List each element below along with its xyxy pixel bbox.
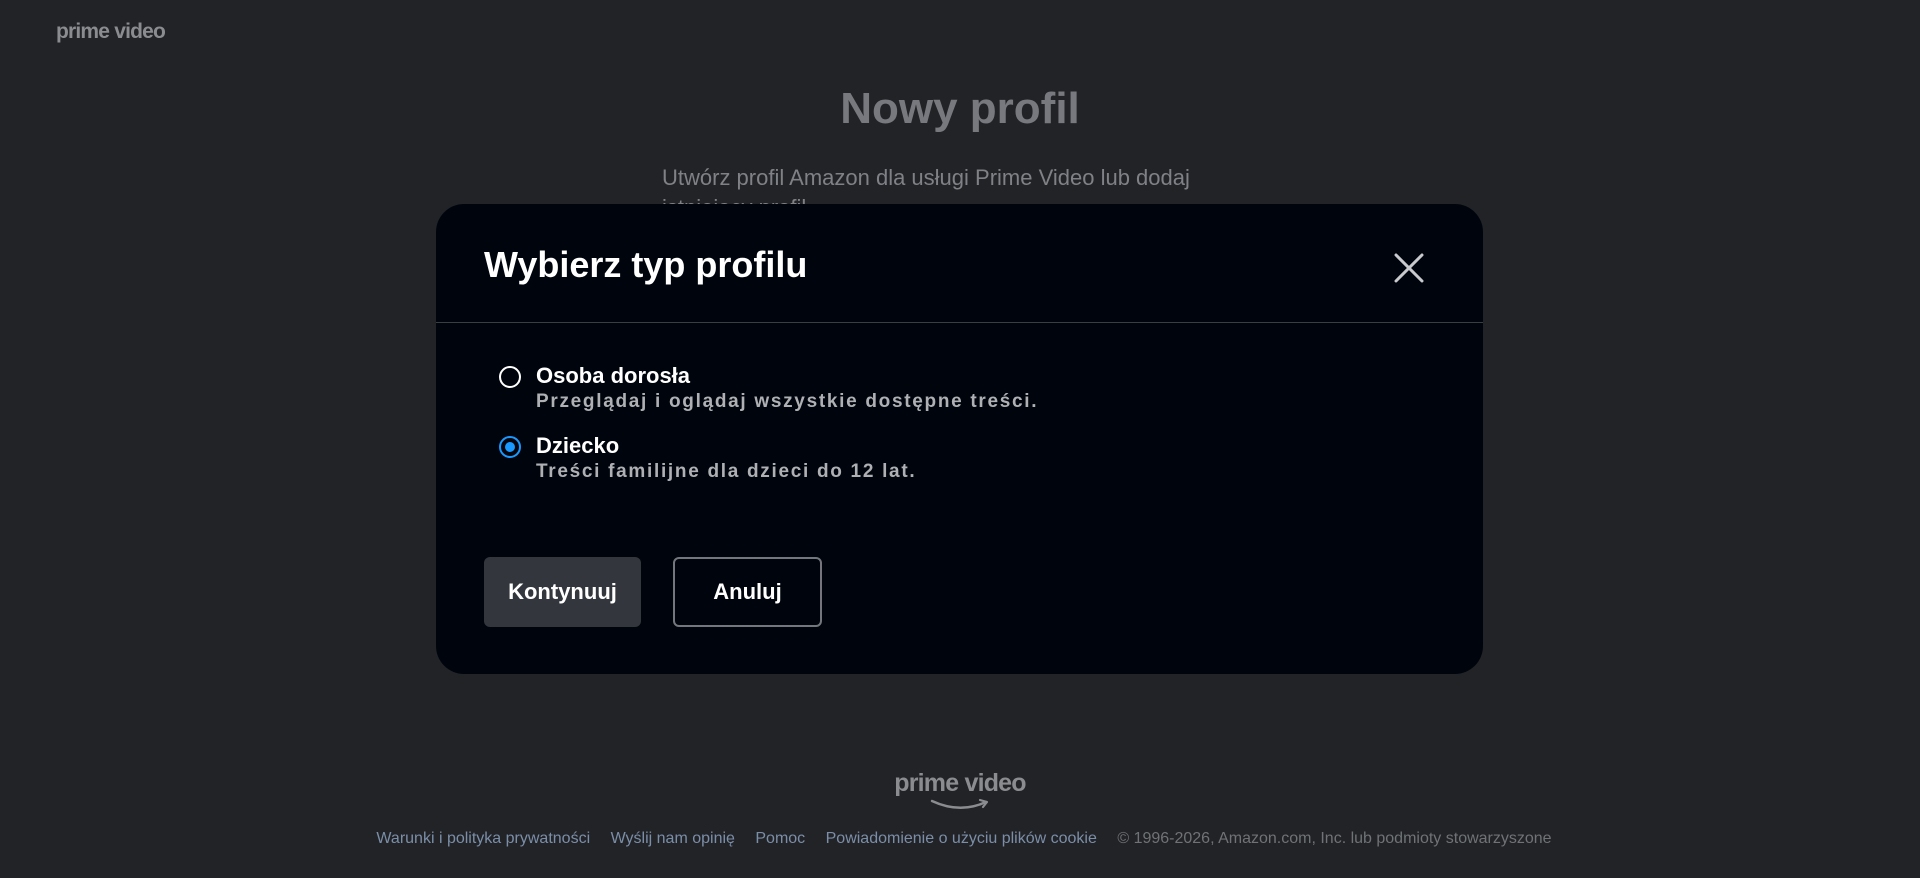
footer-links: Warunki i polityka prywatności Wyślij na… bbox=[0, 830, 1920, 848]
footer-logo-text: prime video bbox=[894, 769, 1026, 797]
child-radio[interactable] bbox=[499, 436, 521, 458]
option-label: Dziecko bbox=[536, 433, 620, 458]
option-description: Treści familijne dla dzieci do 12 lat. bbox=[536, 461, 917, 482]
continue-button[interactable]: Kontynuuj bbox=[484, 557, 641, 627]
adult-radio[interactable] bbox=[499, 366, 521, 388]
footer-link-feedback[interactable]: Wyślij nam opinię bbox=[611, 830, 735, 847]
footer-link-help[interactable]: Pomoc bbox=[755, 830, 805, 847]
profile-type-dialog: Wybierz typ profilu Osoba dorosła Przegl… bbox=[436, 204, 1483, 674]
page: prime video Nowy profil Utwórz profil Am… bbox=[0, 0, 1920, 878]
cancel-button[interactable]: Anuluj bbox=[673, 557, 822, 627]
close-icon bbox=[1394, 253, 1424, 283]
dialog-title: Wybierz typ profilu bbox=[484, 244, 808, 285]
footer-link-terms[interactable]: Warunki i polityka prywatności bbox=[376, 830, 590, 847]
page-title: Nowy profil bbox=[840, 84, 1080, 133]
prime-video-logo[interactable]: prime video bbox=[56, 20, 166, 44]
copyright: © 1996-2026, Amazon.com, Inc. lub podmio… bbox=[1117, 830, 1552, 847]
amazon-smile-icon bbox=[931, 798, 989, 809]
dialog-header: Wybierz typ profilu bbox=[436, 204, 1483, 323]
footer-link-cookies[interactable]: Powiadomienie o użyciu plików cookie bbox=[826, 830, 1097, 847]
option-description: Przeglądaj i oglądaj wszystkie dostępne … bbox=[536, 391, 1039, 412]
close-button[interactable] bbox=[1389, 248, 1429, 288]
footer-logo[interactable]: prime video bbox=[0, 769, 1920, 809]
option-label: Osoba dorosła bbox=[536, 363, 691, 388]
